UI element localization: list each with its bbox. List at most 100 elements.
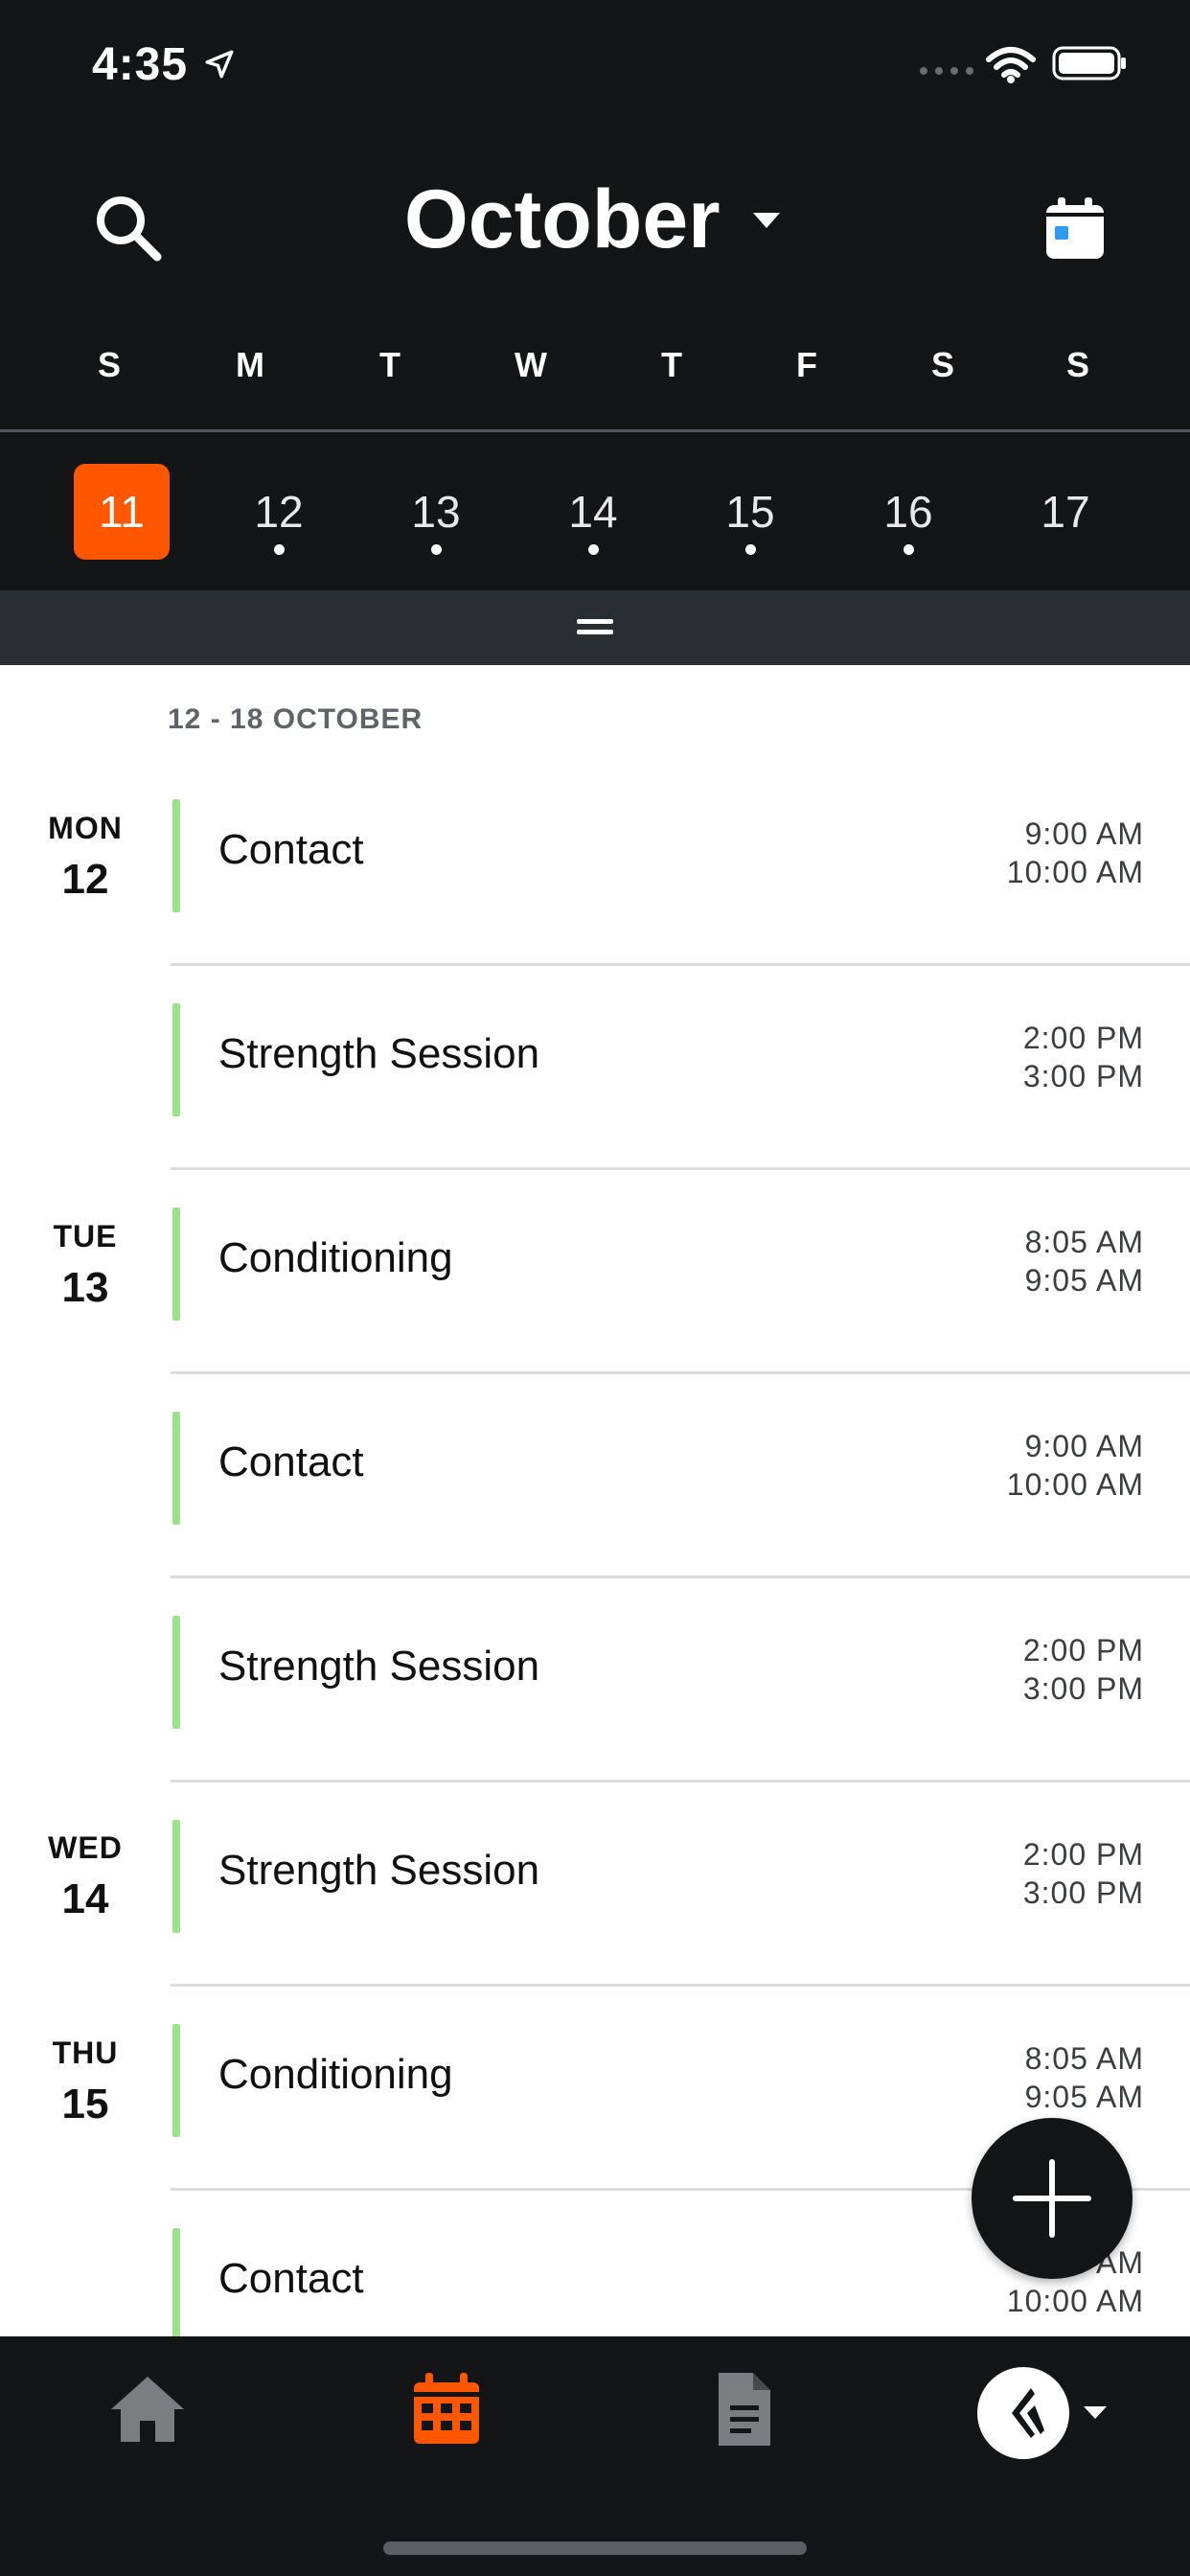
event-times: 2:00 PM 3:00 PM xyxy=(1023,1631,1144,1708)
document-icon[interactable] xyxy=(703,2371,784,2448)
header: October xyxy=(0,144,1190,307)
event-color-bar xyxy=(172,2024,180,2137)
week-divider xyxy=(0,429,1190,432)
day-name: WED xyxy=(48,1830,123,1865)
event-title: Contact xyxy=(218,2255,364,2302)
weekday-label: S xyxy=(97,345,121,384)
event-title: Contact xyxy=(218,1438,364,1485)
event-divider xyxy=(171,1371,1190,1374)
weekday-label: T xyxy=(379,345,400,384)
event-divider xyxy=(171,1167,1190,1170)
event-indicator-dot xyxy=(431,544,442,555)
day-number: 15 xyxy=(61,2081,109,2128)
status-time: 4:35 xyxy=(92,39,189,90)
date-cell[interactable]: 15 xyxy=(702,464,798,560)
caret-down-icon xyxy=(753,212,781,228)
drag-handle-line xyxy=(577,630,613,634)
event-start-time: 2:00 PM xyxy=(1022,1837,1144,1872)
day-name: THU xyxy=(52,2036,119,2070)
plus-icon xyxy=(1013,2159,1091,2238)
calendar-icon[interactable] xyxy=(1044,196,1106,261)
event-item[interactable]: Strength Session 2:00 PM 3:00 PM xyxy=(171,1579,1190,1782)
event-divider xyxy=(171,1576,1190,1578)
event-title: Strength Session xyxy=(218,1030,540,1077)
event-indicator-dot xyxy=(274,544,285,555)
event-end-time: 3:00 PM xyxy=(1022,1671,1144,1706)
week-range-header: 12 - 18 OCTOBER xyxy=(168,703,423,735)
agenda-list[interactable]: 12 - 18 OCTOBER MON 12 TUE 13 WED 14 THU… xyxy=(0,665,1190,2336)
date-cell[interactable]: 17 xyxy=(1018,464,1113,560)
location-arrow-icon xyxy=(205,50,234,79)
date-cell[interactable]: 14 xyxy=(545,464,641,560)
event-start-time: 2:00 PM xyxy=(1022,1021,1144,1055)
event-start-time: 2:00 PM xyxy=(1022,1633,1144,1668)
event-title: Strength Session xyxy=(218,1847,540,1894)
app-screen: 4:35 October S M T W T F S S 11 12 13 14… xyxy=(0,0,1190,2576)
month-title: October xyxy=(403,173,721,265)
weekday-label: T xyxy=(661,345,682,384)
day-label-mon: MON 12 xyxy=(0,811,171,904)
add-event-button[interactable] xyxy=(972,2118,1133,2279)
weekday-label: S xyxy=(930,345,954,384)
event-end-time: 3:00 PM xyxy=(1022,1875,1144,1910)
date-cell[interactable]: 12 xyxy=(231,464,327,560)
signal-icon xyxy=(920,67,973,75)
event-end-time: 3:00 PM xyxy=(1022,1059,1144,1093)
event-item[interactable]: Conditioning 8:05 AM 9:05 AM xyxy=(171,1171,1190,1374)
event-color-bar xyxy=(172,1003,180,1116)
weekday-row: S M T W T F S S xyxy=(0,345,1190,402)
date-cell[interactable]: 16 xyxy=(860,464,956,560)
event-times: 9:00 AM 10:00 AM xyxy=(1007,815,1144,891)
date-strip: 11 12 13 14 15 16 17 xyxy=(0,450,1190,575)
month-selector[interactable]: October xyxy=(0,172,1190,267)
event-end-time: 10:00 AM xyxy=(1006,2284,1144,2318)
day-number: 12 xyxy=(61,856,109,903)
drag-handle-bar[interactable] xyxy=(0,590,1190,665)
weekday-label: M xyxy=(236,345,264,384)
weekday-label: W xyxy=(515,345,547,384)
battery-icon xyxy=(1052,46,1126,80)
day-name: TUE xyxy=(53,1219,118,1254)
event-divider xyxy=(171,1984,1190,1987)
event-color-bar xyxy=(172,799,180,912)
event-start-time: 8:05 AM xyxy=(1024,1225,1144,1259)
calendar-icon[interactable] xyxy=(406,2371,487,2448)
status-bar: 4:35 xyxy=(0,0,1190,125)
day-number: 13 xyxy=(61,1264,109,1311)
event-start-time: 8:05 AM xyxy=(1024,2041,1144,2076)
event-item[interactable]: Contact 9:00 AM 10:00 AM xyxy=(171,1375,1190,1578)
avatar-logo-icon xyxy=(1012,2388,1044,2438)
event-end-time: 9:05 AM xyxy=(1024,1263,1144,1298)
wifi-icon xyxy=(986,47,1036,83)
day-number: 14 xyxy=(61,1875,109,1922)
event-title: Strength Session xyxy=(218,1643,540,1690)
event-color-bar xyxy=(172,1820,180,1933)
event-color-bar xyxy=(172,2228,180,2336)
caret-down-icon[interactable] xyxy=(1081,2398,1110,2426)
event-title: Contact xyxy=(218,826,364,873)
event-item[interactable]: Contact 9:00 AM 10:00 AM xyxy=(171,763,1190,966)
event-indicator-dot xyxy=(745,544,756,555)
event-item[interactable]: Strength Session 2:00 PM 3:00 PM xyxy=(171,1783,1190,1987)
event-title: Conditioning xyxy=(218,2051,453,2098)
home-indicator xyxy=(383,2542,807,2555)
day-label-tue: TUE 13 xyxy=(0,1219,171,1312)
weekday-label: F xyxy=(796,345,817,384)
event-times: 9:00 AM 10:00 AM xyxy=(1007,1427,1144,1504)
date-cell[interactable]: 11 xyxy=(74,464,170,560)
date-number: 11 xyxy=(99,487,145,537)
avatar[interactable] xyxy=(977,2367,1069,2459)
event-divider xyxy=(171,1780,1190,1782)
event-color-bar xyxy=(172,1616,180,1729)
event-indicator-dot xyxy=(904,544,914,555)
date-cell[interactable]: 13 xyxy=(388,464,484,560)
event-start-time: 9:00 AM xyxy=(1024,1429,1144,1463)
event-times: 2:00 PM 3:00 PM xyxy=(1023,1019,1144,1095)
event-divider xyxy=(171,963,1190,966)
day-name: MON xyxy=(48,811,123,845)
event-indicator-dot xyxy=(588,544,599,555)
event-times: 8:05 AM 9:05 AM xyxy=(1025,1223,1144,1300)
event-times: 8:05 AM 9:05 AM xyxy=(1025,2039,1144,2116)
event-item[interactable]: Strength Session 2:00 PM 3:00 PM xyxy=(171,967,1190,1170)
home-icon[interactable] xyxy=(107,2371,188,2448)
